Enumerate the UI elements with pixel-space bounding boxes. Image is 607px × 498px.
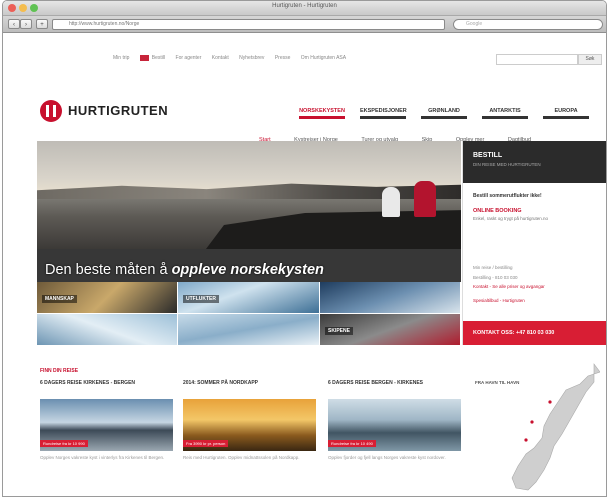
tile-label: SKIPENE [325,327,353,335]
port-marker[interactable] [524,438,528,442]
booking-header: BESTILL DIN REISE MED HURTIGRUTEN [463,141,606,183]
hero-image[interactable] [37,141,461,249]
contact-button[interactable]: KONTAKT OSS: +47 810 03 030 [463,321,606,345]
tile-label: UTFLUKTER [183,295,219,303]
hero-caption-emphasis: oppleve norskekysten [171,262,324,278]
booking-link[interactable]: Kontakt - Se alle priser og avgangar [473,284,545,289]
main-nav-antarktis[interactable]: ANTARKTIS [482,108,528,119]
add-bookmark-button[interactable]: + [36,19,48,29]
forward-button[interactable]: › [20,19,32,29]
tile-image[interactable] [320,282,461,314]
browser-toolbar: ‹ › + http://www.hurtigruten.no/Norge Go… [3,16,606,33]
trip-description: Opplev fjorder og fjell langs Norges vak… [328,455,446,460]
booking-line[interactable]: Min reise / bestilling [473,265,513,270]
utility-nav: Min trip Bestill For agenter Kontakt Nyh… [113,55,355,65]
trip-card[interactable]: 2014: SOMMER PÅ NORDKAPP Fra 3990 kr pr.… [183,380,316,461]
utility-link-min-trip[interactable]: Min trip [113,55,129,61]
trip-title[interactable]: 6 DAGERS REISE BERGEN - KIRKENES [328,380,461,394]
utility-link-kontakt[interactable]: Kontakt [212,55,229,61]
trip-image[interactable]: Rundreise fra kr 10 990 [40,399,173,451]
logo-text[interactable]: HURTIGRUTEN [68,103,168,118]
flag-icon [139,55,149,61]
url-bar[interactable]: http://www.hurtigruten.no/Norge [52,19,445,30]
online-booking-link[interactable]: ONLINE BOOKING [473,208,522,214]
port-marker[interactable] [548,400,552,404]
trips-heading: FINN DIN REISE [40,368,79,374]
main-nav-norskekysten[interactable]: NORSKEKYSTEN [299,108,345,119]
hurtigruten-logo-icon[interactable] [40,100,62,122]
main-nav-ekspedisjoner[interactable]: EKSPEDISJONER [360,108,407,119]
utility-link-nyhetsbrev[interactable]: Nyhetsbrev [239,55,264,61]
trip-image[interactable]: Rundreise fra kr 10 490 [328,399,461,451]
hero-passenger [382,187,400,217]
booking-panel: BESTILL DIN REISE MED HURTIGRUTEN Bestil… [462,141,606,345]
hero-caption-text: Den beste måten å [45,262,172,278]
window-title: Hurtigruten - Hurtigruten [272,3,337,9]
main-nav: NORSKEKYSTEN EKSPEDISJONER GRØNLAND ANTARKT… [299,99,604,119]
trip-description: Reis med Hurtigruten. Opplev midnattssol… [183,455,300,460]
main-nav-europa[interactable]: EUROPA [543,108,589,119]
booking-question: Bestill sommerutflukter ikke! [473,193,542,199]
main-nav-gronland[interactable]: GRØNLAND [421,108,467,119]
trip-price-tag: Rundreise fra kr 10 490 [328,440,376,447]
tile-image[interactable] [37,314,178,346]
browser-search-field[interactable]: Google [453,19,603,30]
back-button[interactable]: ‹ [8,19,20,29]
norway-map[interactable] [504,362,600,492]
online-booking-description: Enkel, raskt og trygt på hurtigruten.no [473,216,549,221]
port-marker[interactable] [530,420,534,424]
tile-skipene[interactable]: SKIPENE [320,314,461,346]
booking-link[interactable]: Spesialtilbud - Hurtigruten [473,298,525,303]
tile-mannskap[interactable]: MANNSKAP [37,282,178,314]
trip-price-tag: Fra 3990 kr pr. person [183,440,229,447]
norway-shape [511,363,600,491]
utility-link-presse[interactable]: Presse [275,55,291,61]
site-search-input[interactable] [496,54,578,65]
window-titlebar: Hurtigruten - Hurtigruten [3,1,606,16]
site-search-button[interactable]: Søk [578,54,602,65]
trip-description: Opplev Norges vakreste kyst i vinterlys … [40,455,165,460]
tile-utflukter[interactable]: UTFLUKTER [178,282,320,314]
tile-label: MANNSKAP [42,295,77,303]
trip-title[interactable]: 6 DAGERS REISE KIRKENES - BERGEN [40,380,173,394]
trip-card[interactable]: 6 DAGERS REISE BERGEN - KIRKENES Rundrei… [328,380,461,461]
booking-line: Bestilling - 810 03 030 [473,275,518,280]
trip-price-tag: Rundreise fra kr 10 990 [40,440,88,447]
trip-title[interactable]: 2014: SOMMER PÅ NORDKAPP [183,380,316,394]
trip-image[interactable]: Fra 3990 kr pr. person [183,399,316,451]
trip-card[interactable]: 6 DAGERS REISE KIRKENES - BERGEN Rundrei… [40,380,173,461]
booking-subtitle: DIN REISE MED HURTIGRUTEN [473,162,541,167]
utility-link-asa[interactable]: Om Hurtigruten ASA [301,55,346,61]
tile-image[interactable] [178,314,320,346]
hero-caption: Den beste måten å oppleve norskekysten [45,262,324,278]
utility-link-agenter[interactable]: For agenter [176,55,202,61]
hero-passenger [414,181,436,217]
booking-title: BESTILL [473,152,503,159]
utility-link-bestill[interactable]: Bestill [152,55,165,61]
